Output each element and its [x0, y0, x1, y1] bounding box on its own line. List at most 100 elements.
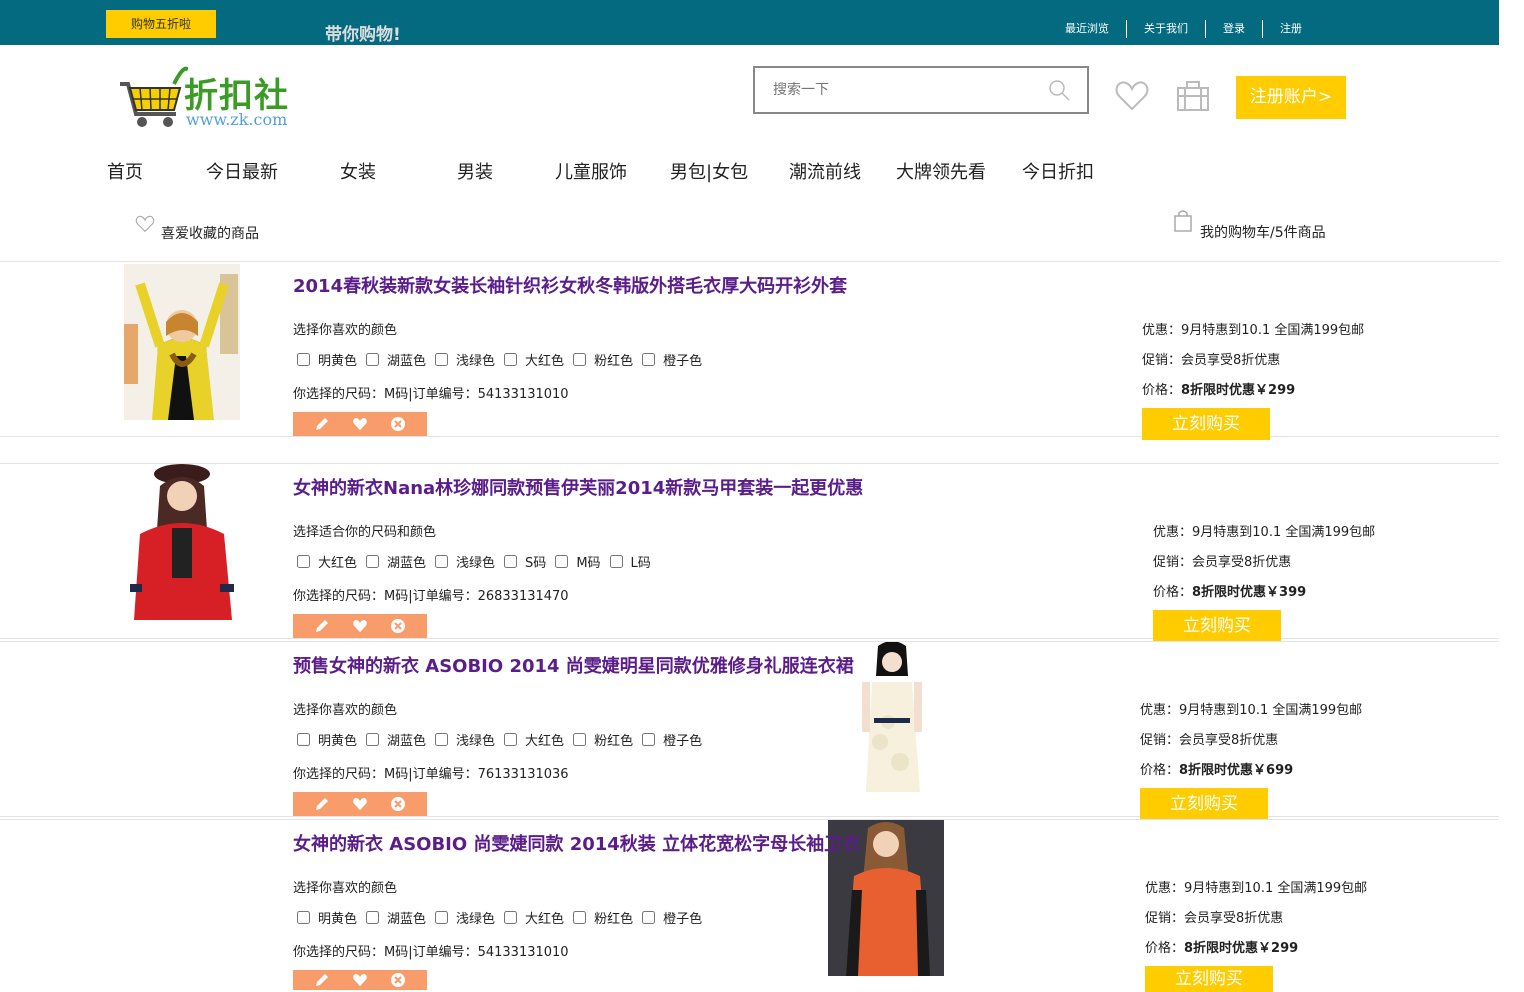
- nav-brands[interactable]: 大牌领先看: [896, 158, 986, 184]
- option-item[interactable]: 橙子色: [642, 350, 702, 369]
- option-checkbox[interactable]: [366, 353, 380, 366]
- edit-icon[interactable]: [314, 618, 330, 634]
- option-checkbox[interactable]: [366, 733, 380, 746]
- buy-now-button[interactable]: 立刻购买: [1140, 788, 1268, 820]
- search-icon[interactable]: [1047, 78, 1071, 102]
- option-checkbox[interactable]: [366, 555, 380, 568]
- option-item[interactable]: 浅绿色: [435, 552, 495, 571]
- option-checkbox[interactable]: [555, 555, 569, 568]
- remove-icon[interactable]: [390, 972, 406, 988]
- cart-link[interactable]: 我的购物车/5件商品: [1174, 210, 1326, 241]
- search-input[interactable]: [755, 68, 1035, 112]
- selection-info: 你选择的尺码：M码|订单编号：76133131036: [293, 767, 569, 782]
- nav-bags[interactable]: 男包|女包: [670, 158, 748, 184]
- nav-women[interactable]: 女装: [340, 158, 376, 184]
- nav-men[interactable]: 男装: [457, 158, 493, 184]
- remove-icon[interactable]: [390, 618, 406, 634]
- nav-today-new[interactable]: 今日最新: [206, 158, 278, 184]
- buy-now-button[interactable]: 立刻购买: [1153, 610, 1281, 642]
- product-photo[interactable]: [124, 264, 240, 420]
- option-item[interactable]: 粉红色: [573, 350, 633, 369]
- option-checkbox[interactable]: [435, 353, 449, 366]
- edit-icon[interactable]: [314, 416, 330, 432]
- edit-icon[interactable]: [314, 972, 330, 988]
- option-checkbox[interactable]: [504, 911, 518, 924]
- heart-icon[interactable]: [352, 973, 368, 987]
- option-item[interactable]: 大红色: [504, 908, 564, 927]
- nav-home[interactable]: 首页: [107, 158, 143, 184]
- edit-icon[interactable]: [314, 796, 330, 812]
- option-item[interactable]: 大红色: [297, 552, 357, 571]
- option-checkbox[interactable]: [504, 733, 518, 746]
- promo-info: 优惠：9月特惠到10.1 全国满199包邮 促销：会员享受8折优惠 价格：8折限…: [1140, 699, 1362, 789]
- option-item[interactable]: 湖蓝色: [366, 908, 426, 927]
- option-item[interactable]: 明黄色: [297, 730, 357, 749]
- product-title[interactable]: 女神的新衣Nana林珍娜同款预售伊芙丽2014新款马甲套装一起更优惠: [293, 474, 863, 500]
- nav-kids[interactable]: 儿童服饰: [555, 158, 627, 184]
- option-checkbox[interactable]: [297, 733, 310, 746]
- option-checkbox[interactable]: [642, 733, 656, 746]
- option-item[interactable]: L码: [609, 552, 651, 571]
- option-item[interactable]: 橙子色: [642, 730, 702, 749]
- product-title[interactable]: 2014春秋装新款女装长袖针织衫女秋冬韩版外搭毛衣厚大码开衫外套: [293, 272, 847, 298]
- promo-badge[interactable]: 购物五折啦: [106, 10, 216, 38]
- nav-today-discount[interactable]: 今日折扣: [1022, 158, 1094, 184]
- option-checkbox[interactable]: [504, 353, 518, 366]
- remove-icon[interactable]: [390, 796, 406, 812]
- option-checkbox[interactable]: [297, 555, 310, 568]
- option-checkbox[interactable]: [573, 733, 587, 746]
- product-title[interactable]: 预售女神的新衣 ASOBIO 2014 尚雯婕明星同款优雅修身礼服连衣裙: [293, 652, 854, 678]
- option-checkbox[interactable]: [504, 555, 518, 568]
- buy-now-button[interactable]: 立刻购买: [1145, 966, 1273, 992]
- option-item[interactable]: 湖蓝色: [366, 350, 426, 369]
- option-checkbox[interactable]: [435, 733, 449, 746]
- favorites-button[interactable]: [1115, 80, 1149, 116]
- recent-link[interactable]: 最近浏览: [1048, 20, 1127, 38]
- nav-trends[interactable]: 潮流前线: [789, 158, 861, 184]
- option-item[interactable]: 湖蓝色: [366, 730, 426, 749]
- option-checkbox[interactable]: [435, 555, 449, 568]
- option-prompt: 选择适合你的尺码和颜色: [293, 525, 437, 540]
- option-item[interactable]: 明黄色: [297, 908, 357, 927]
- search-box: [753, 66, 1089, 114]
- register-button[interactable]: 注册账户>: [1236, 76, 1346, 119]
- option-item[interactable]: 粉红色: [573, 730, 633, 749]
- option-item[interactable]: 大红色: [504, 350, 564, 369]
- cart-button[interactable]: [1176, 80, 1210, 116]
- favorites-link[interactable]: 喜爱收藏的商品: [135, 215, 259, 242]
- option-item[interactable]: 明黄色: [297, 350, 357, 369]
- option-checkbox[interactable]: [642, 353, 656, 366]
- heart-icon[interactable]: [352, 797, 368, 811]
- option-item[interactable]: 浅绿色: [435, 350, 495, 369]
- option-item[interactable]: S码: [504, 552, 546, 571]
- option-list: 明黄色 湖蓝色 浅绿色 大红色 粉红色 橙子色: [297, 350, 711, 369]
- option-checkbox[interactable]: [435, 911, 449, 924]
- product-photo[interactable]: [840, 642, 956, 798]
- buy-now-button[interactable]: 立刻购买: [1142, 408, 1270, 440]
- option-item[interactable]: 大红色: [504, 730, 564, 749]
- option-item[interactable]: 橙子色: [642, 908, 702, 927]
- login-link[interactable]: 登录: [1206, 20, 1263, 38]
- remove-icon[interactable]: [390, 416, 406, 432]
- option-checkbox[interactable]: [609, 555, 623, 568]
- signup-link[interactable]: 注册: [1263, 20, 1319, 38]
- option-checkbox[interactable]: [297, 911, 310, 924]
- selection-info: 你选择的尺码：M码|订单编号：54133131010: [293, 945, 569, 960]
- option-checkbox[interactable]: [297, 353, 310, 366]
- option-checkbox[interactable]: [573, 911, 587, 924]
- option-item[interactable]: M码: [555, 552, 601, 571]
- heart-icon[interactable]: [352, 619, 368, 633]
- logo[interactable]: 折扣社 www.zk.com: [118, 64, 318, 134]
- option-checkbox[interactable]: [573, 353, 587, 366]
- about-link[interactable]: 关于我们: [1127, 20, 1206, 38]
- option-item[interactable]: 湖蓝色: [366, 552, 426, 571]
- item-actions: [293, 970, 427, 990]
- product-title[interactable]: 女神的新衣 ASOBIO 尚雯婕同款 2014秋装 立体花宽松字母长袖卫衣: [293, 830, 860, 856]
- option-item[interactable]: 粉红色: [573, 908, 633, 927]
- product-photo[interactable]: [124, 464, 240, 620]
- option-checkbox[interactable]: [642, 911, 656, 924]
- option-item[interactable]: 浅绿色: [435, 730, 495, 749]
- heart-icon[interactable]: [352, 417, 368, 431]
- option-item[interactable]: 浅绿色: [435, 908, 495, 927]
- option-checkbox[interactable]: [366, 911, 380, 924]
